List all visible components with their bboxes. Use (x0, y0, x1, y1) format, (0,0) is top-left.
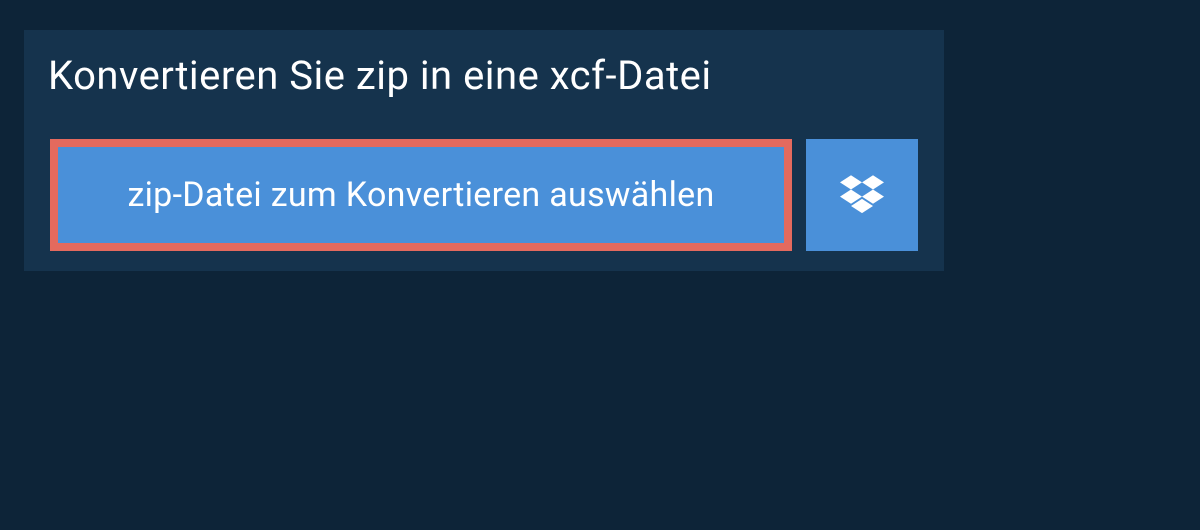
dropbox-button[interactable] (806, 139, 918, 251)
select-file-label: zip-Datei zum Konvertieren auswählen (127, 175, 714, 215)
select-file-button[interactable]: zip-Datei zum Konvertieren auswählen (50, 139, 792, 251)
dropbox-icon (840, 175, 884, 215)
converter-panel: Konvertieren Sie zip in eine xcf-Datei z… (24, 30, 944, 271)
upload-area: zip-Datei zum Konvertieren auswählen (24, 121, 944, 271)
page-title: Konvertieren Sie zip in eine xcf-Datei (48, 52, 712, 99)
title-bar: Konvertieren Sie zip in eine xcf-Datei (24, 30, 742, 121)
